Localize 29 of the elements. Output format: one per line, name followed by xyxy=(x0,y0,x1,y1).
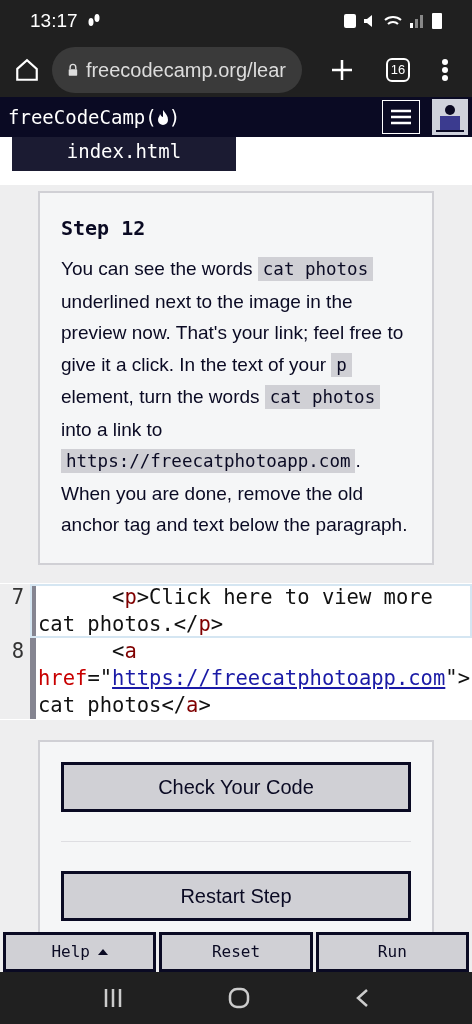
battery-icon xyxy=(432,13,442,30)
toolbar-button[interactable]: Run xyxy=(315,931,469,972)
address-bar[interactable]: freecodecamp.org/lear xyxy=(52,46,302,93)
more-icon[interactable] xyxy=(442,57,448,82)
clock: 13:17 xyxy=(30,9,78,33)
tab-count[interactable]: 16 xyxy=(386,57,410,82)
line-number: 7 xyxy=(0,583,30,638)
menu-icon xyxy=(391,109,411,125)
step-title: Step 12 xyxy=(61,215,147,243)
plus-icon[interactable] xyxy=(330,57,354,82)
signal-icon xyxy=(410,14,424,29)
recent-apps-icon[interactable] xyxy=(102,988,123,1007)
avatar-icon[interactable] xyxy=(432,99,468,135)
home-icon[interactable] xyxy=(14,56,40,83)
toolbar-button[interactable]: Help xyxy=(3,931,157,972)
code-line: <a href="https://freecatphotoapp.com">cat photos</a> xyxy=(30,637,472,719)
flame-icon xyxy=(156,109,169,125)
line-number: 8 xyxy=(0,637,30,719)
logo[interactable]: freeCodeCamp( ) xyxy=(8,102,181,132)
url-text: freecodecamp.org/lear xyxy=(85,57,286,83)
code-line: <p>Click here to view more cat photos.</p> xyxy=(30,583,472,638)
step-description: You can see the words cat photos underlined next to the image in the preview now. That's your link; feel free to give it a click. In the text of your p element, turn the words cat photos into a link to https://freecatphotoapp.com . When you are done, remove the old anchor tag and text below the paragraph. xyxy=(61,256,409,538)
toolbar-button[interactable]: Reset xyxy=(159,931,313,972)
file-tab[interactable]: index.html xyxy=(12,137,236,172)
action-button[interactable]: Restart Step xyxy=(61,870,411,921)
action-button[interactable]: Check Your Code xyxy=(61,761,411,812)
back-icon[interactable] xyxy=(355,987,370,1008)
menu-button[interactable] xyxy=(382,100,420,134)
caret-up-icon xyxy=(97,948,108,955)
